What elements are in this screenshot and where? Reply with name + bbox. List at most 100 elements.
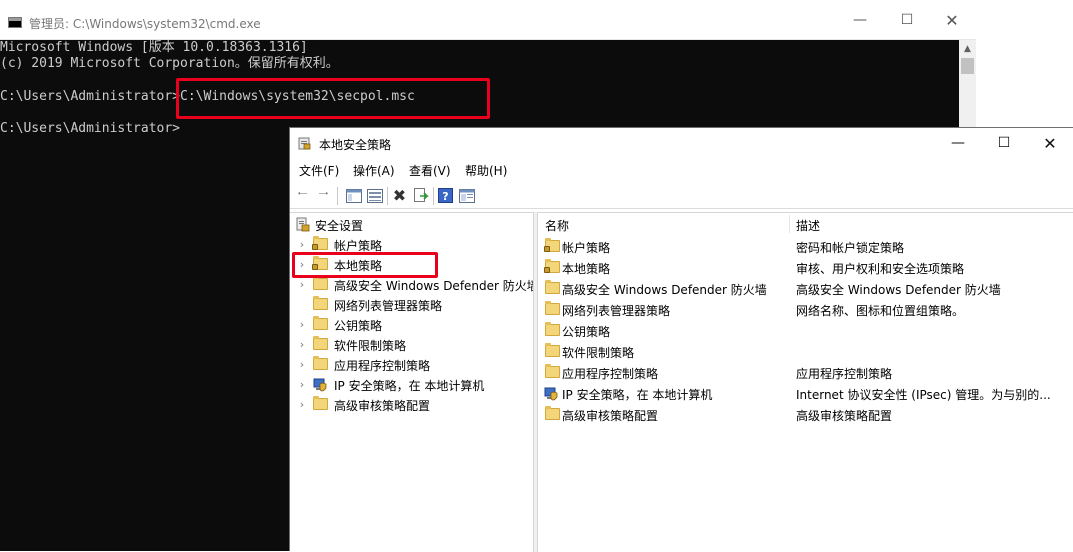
- delete-icon[interactable]: ✖: [391, 186, 408, 205]
- menu-bar: 文件(F) 操作(A) 查看(V) 帮助(H): [290, 159, 1073, 181]
- tree-label: 软件限制策略: [334, 339, 407, 353]
- list-item-description: 高级审核策略配置: [796, 409, 893, 423]
- back-arrow-icon[interactable]: 🠀: [294, 187, 311, 204]
- folder-icon: [313, 336, 328, 350]
- locked-folder-icon: [544, 238, 560, 252]
- list-item-description: 网络名称、图标和位置组策略。: [796, 304, 965, 318]
- maximize-icon[interactable]: ☐: [885, 0, 929, 40]
- tree-label: 公钥策略: [334, 319, 383, 333]
- menu-file[interactable]: 文件(F): [299, 162, 339, 179]
- list-item-name: 网络列表管理器策略: [562, 304, 671, 318]
- close-icon[interactable]: ✕: [1027, 128, 1073, 158]
- show-hide-tree-icon[interactable]: [345, 187, 362, 204]
- list-item[interactable]: 软件限制策略: [538, 341, 1073, 362]
- list-item[interactable]: 高级审核策略配置 高级审核策略配置: [538, 404, 1073, 425]
- ip-security-icon: [544, 387, 558, 401]
- tree-label: IP 安全策略，在 本地计算机: [334, 379, 485, 393]
- cmd-app-icon: [8, 17, 22, 28]
- list-item-name: 软件限制策略: [562, 346, 635, 360]
- list-item[interactable]: 高级安全 Windows Defender 防火墙 高级安全 Windows D…: [538, 278, 1073, 299]
- export-list-icon[interactable]: [412, 187, 429, 204]
- list-item-name: 应用程序控制策略: [562, 367, 659, 381]
- menu-view[interactable]: 查看(V): [409, 162, 451, 179]
- scroll-up-icon[interactable]: ▲: [959, 40, 976, 57]
- list-item[interactable]: IP 安全策略，在 本地计算机 Internet 协议安全性 (IPsec) 管…: [538, 383, 1073, 404]
- tree-item-advanced-audit[interactable]: › 高级审核策略配置: [290, 395, 533, 415]
- folder-icon: [545, 406, 560, 420]
- tree-item-software-restriction[interactable]: › 软件限制策略: [290, 335, 533, 355]
- tree-label: 应用程序控制策略: [334, 359, 431, 373]
- folder-icon: [313, 396, 328, 410]
- chevron-right-icon[interactable]: ›: [297, 358, 307, 371]
- forward-arrow-icon[interactable]: 🠂: [315, 187, 332, 204]
- folder-icon: [313, 356, 328, 370]
- locked-folder-icon: [312, 236, 328, 250]
- menu-action[interactable]: 操作(A): [353, 162, 395, 179]
- tree-item-network-list-manager[interactable]: 网络列表管理器策略: [290, 295, 533, 315]
- column-header-description[interactable]: 描述: [796, 217, 820, 234]
- list-item[interactable]: 公钥策略: [538, 320, 1073, 341]
- list-item-description: 审核、用户权利和安全选项策略: [796, 262, 965, 276]
- list-item-description: 应用程序控制策略: [796, 367, 893, 381]
- details-list: 名称 描述 帐户策略 密码和帐户锁定策略 本地策略 审核、用户权利和安全选项策略…: [537, 212, 1073, 552]
- mmc-window-title: 本地安全策略: [319, 138, 392, 152]
- cmd-titlebar[interactable]: 管理员: C:\Windows\system32\cmd.exe — ☐ ✕: [0, 0, 976, 40]
- tree-item-firewall[interactable]: › 高级安全 Windows Defender 防火墙: [290, 275, 533, 295]
- toolbar: 🠀 🠂 ✖ ?: [290, 183, 1073, 209]
- tree-label: 安全设置: [315, 219, 364, 233]
- folder-icon: [545, 280, 560, 294]
- tree-item-app-control[interactable]: › 应用程序控制策略: [290, 355, 533, 375]
- console-prompt: C:\Users\Administrator>: [0, 121, 181, 136]
- folder-icon: [313, 316, 328, 330]
- console-line: (c) 2019 Microsoft Corporation。保留所有权利。: [0, 56, 339, 71]
- local-policies-highlight: [292, 252, 438, 278]
- list-item[interactable]: 本地策略 审核、用户权利和安全选项策略: [538, 257, 1073, 278]
- chevron-right-icon[interactable]: ›: [297, 238, 307, 251]
- chevron-right-icon[interactable]: ›: [297, 338, 307, 351]
- properties-icon[interactable]: [458, 187, 475, 204]
- chevron-right-icon[interactable]: ›: [297, 378, 307, 391]
- svg-text:?: ?: [442, 190, 448, 203]
- list-item-description: 高级安全 Windows Defender 防火墙: [796, 283, 1001, 297]
- folder-icon: [545, 343, 560, 357]
- maximize-icon[interactable]: ☐: [981, 128, 1027, 158]
- security-policy-icon: [298, 137, 311, 150]
- cmd-window-title: 管理员: C:\Windows\system32\cmd.exe: [29, 17, 261, 31]
- local-security-policy-window: 本地安全策略 — ☐ ✕ 文件(F) 操作(A) 查看(V) 帮助(H) 🠀 🠂…: [289, 127, 1073, 552]
- details-view-icon[interactable]: [366, 187, 383, 204]
- tree-item-ip-security[interactable]: › IP 安全策略，在 本地计算机: [290, 375, 533, 395]
- chevron-right-icon[interactable]: ›: [297, 318, 307, 331]
- close-icon[interactable]: ✕: [930, 0, 974, 40]
- chevron-right-icon[interactable]: ›: [297, 398, 307, 411]
- column-header-name[interactable]: 名称: [545, 217, 569, 234]
- console-line: Microsoft Windows [版本 10.0.18363.1316]: [0, 40, 308, 55]
- cmd-scrollbar[interactable]: ▲: [959, 40, 976, 130]
- chevron-right-icon[interactable]: ›: [297, 278, 307, 291]
- list-item-name: 本地策略: [562, 262, 611, 276]
- minimize-icon[interactable]: —: [935, 128, 981, 158]
- list-item[interactable]: 应用程序控制策略 应用程序控制策略: [538, 362, 1073, 383]
- folder-icon: [545, 301, 560, 315]
- list-item[interactable]: 帐户策略 密码和帐户锁定策略: [538, 236, 1073, 257]
- toolbar-separator: [387, 187, 388, 205]
- list-item-description: Internet 协议安全性 (IPsec) 管理。为与别的...: [796, 388, 1051, 402]
- tree-root-security-settings[interactable]: 安全设置: [290, 215, 533, 235]
- list-item-name: 公钥策略: [562, 325, 611, 339]
- tree-item-public-key[interactable]: › 公钥策略: [290, 315, 533, 335]
- list-item-description: 密码和帐户锁定策略: [796, 241, 905, 255]
- minimize-icon[interactable]: —: [838, 0, 882, 40]
- column-divider[interactable]: [789, 215, 790, 233]
- folder-icon: [545, 322, 560, 336]
- help-icon[interactable]: ?: [437, 187, 454, 204]
- mmc-titlebar[interactable]: 本地安全策略 — ☐ ✕: [290, 128, 1073, 158]
- folder-icon: [545, 364, 560, 378]
- scroll-thumb[interactable]: [961, 58, 974, 74]
- folder-icon: [313, 296, 328, 310]
- list-item[interactable]: 网络列表管理器策略 网络名称、图标和位置组策略。: [538, 299, 1073, 320]
- tree-label: 高级审核策略配置: [334, 399, 431, 413]
- menu-help[interactable]: 帮助(H): [465, 162, 507, 179]
- ip-security-icon: [313, 378, 327, 392]
- command-highlight: [176, 78, 490, 119]
- tree-label: 网络列表管理器策略: [334, 299, 443, 313]
- folder-icon: [313, 276, 328, 290]
